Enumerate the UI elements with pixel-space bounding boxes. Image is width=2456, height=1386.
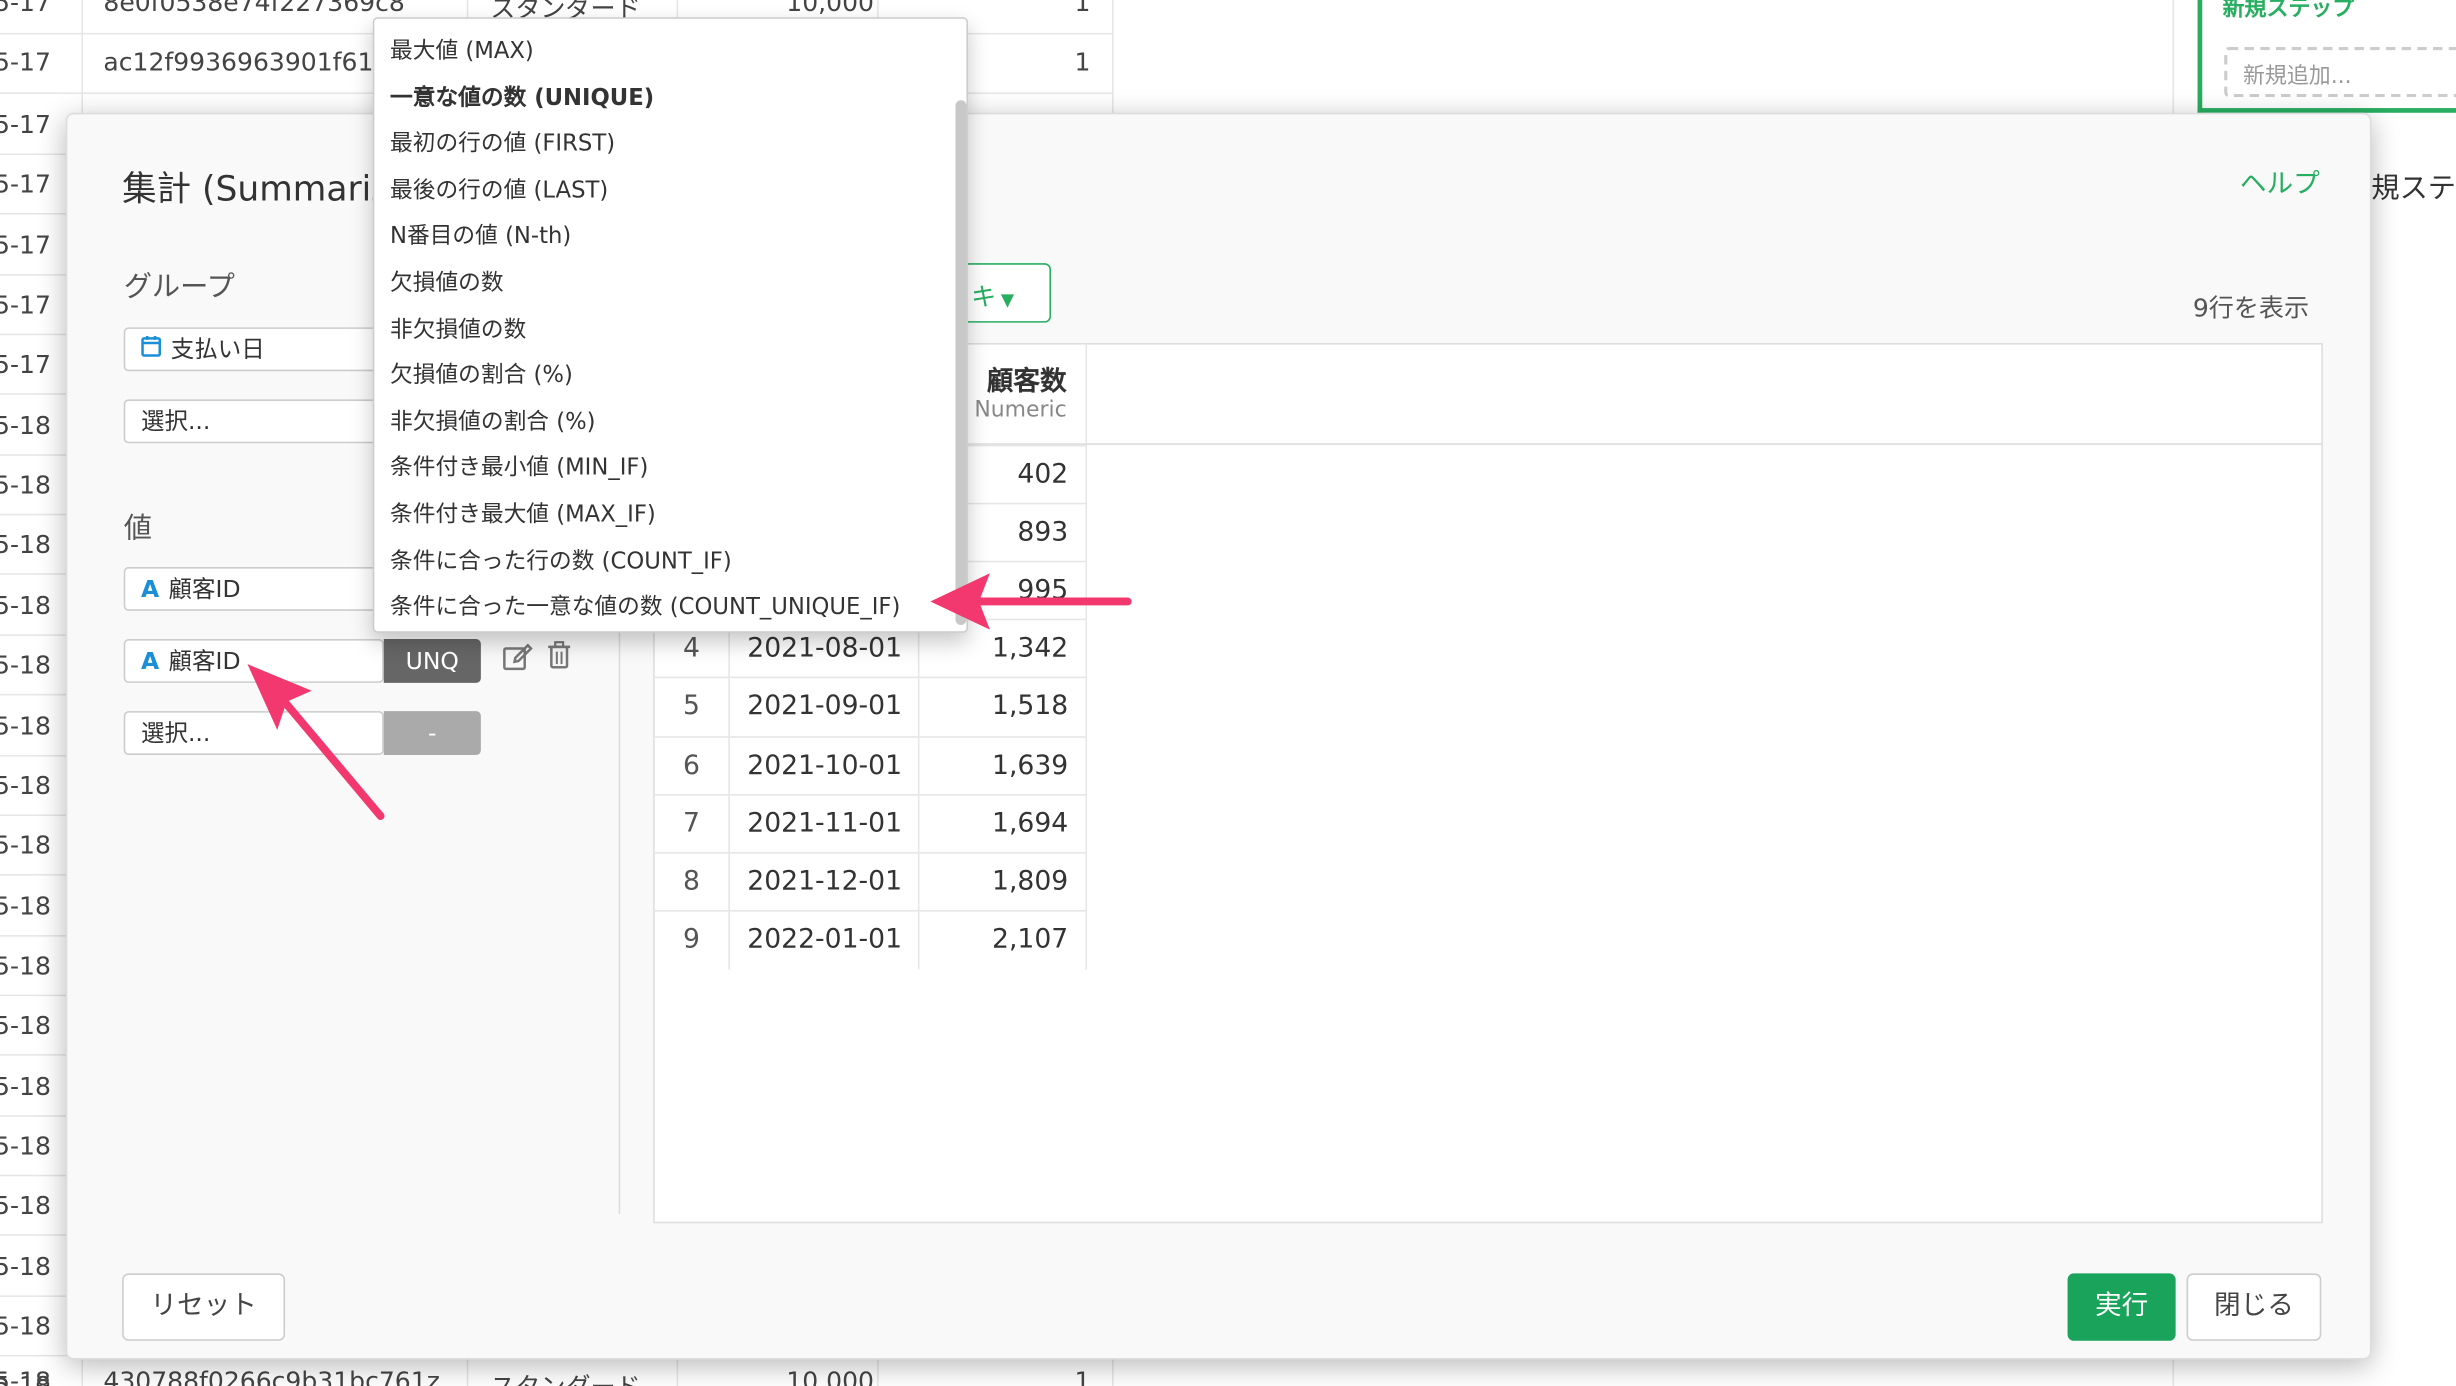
arrow-to-customer-id-field xyxy=(247,664,385,820)
arrow-to-count-unique-if xyxy=(930,573,1132,630)
annotation-arrows xyxy=(247,573,1132,820)
